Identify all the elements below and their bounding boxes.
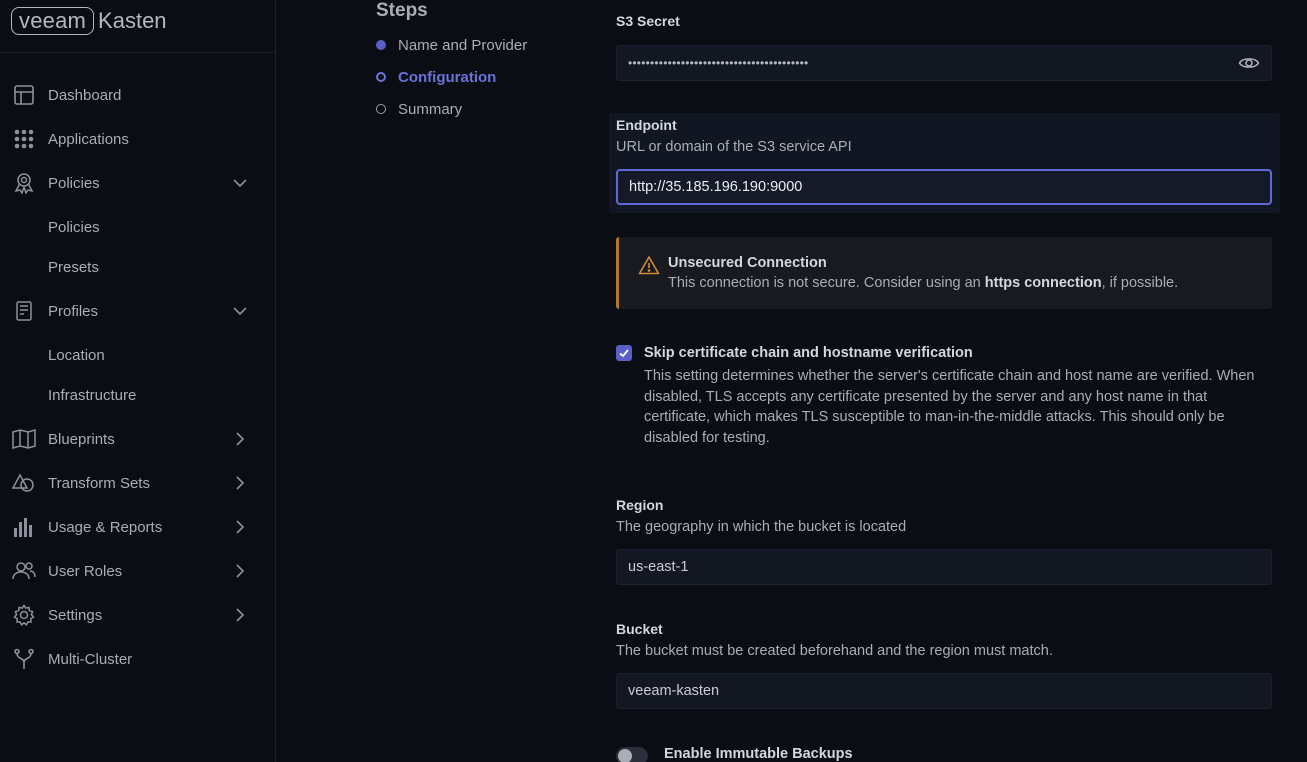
region-help: The geography in which the bucket is loc…: [616, 519, 907, 535]
sidebar-item-applications[interactable]: Applications: [0, 119, 276, 159]
warning-text: This connection is not secure. Consider …: [668, 275, 1178, 291]
gear-icon: [12, 604, 36, 626]
step-summary[interactable]: Summary: [376, 99, 462, 119]
skip-verification-checkbox[interactable]: [616, 345, 632, 361]
award-icon: [12, 172, 36, 194]
step-name-and-provider[interactable]: Name and Provider: [376, 35, 527, 55]
sidebar-item-policies[interactable]: Policies: [0, 163, 276, 203]
sidebar-item-label: Presets: [48, 258, 99, 276]
check-icon: [619, 349, 629, 358]
sidebar-subitem-policies[interactable]: Policies: [0, 210, 276, 244]
step-done-icon: [376, 40, 386, 50]
sidebar-item-label: Policies: [48, 218, 100, 236]
sidebar-item-usage-reports[interactable]: Usage & Reports: [0, 507, 276, 547]
steps-title: Steps: [376, 0, 428, 21]
s3-secret-value: ••••••••••••••••••••••••••••••••••••••••…: [628, 56, 809, 70]
step-label: Name and Provider: [398, 36, 528, 54]
skip-verification-label: Skip certificate chain and hostname veri…: [644, 345, 973, 361]
sidebar-item-blueprints[interactable]: Blueprints: [0, 419, 276, 459]
s3-secret-field[interactable]: ••••••••••••••••••••••••••••••••••••••••…: [616, 45, 1272, 81]
dashboard-icon: [12, 84, 36, 106]
users-icon: [12, 560, 36, 582]
chevron-down-icon[interactable]: [232, 175, 248, 191]
sidebar-subitem-infrastructure[interactable]: Infrastructure: [0, 378, 276, 412]
sidebar-item-transform-sets[interactable]: Transform Sets: [0, 463, 276, 503]
step-label: Summary: [398, 100, 463, 118]
sidebar-subitem-presets[interactable]: Presets: [0, 250, 276, 284]
bucket-help: The bucket must be created beforehand an…: [616, 643, 1053, 659]
sidebar-item-label: Policies: [48, 174, 100, 192]
sidebar-item-label: Dashboard: [48, 86, 122, 104]
sidebar-item-label: Transform Sets: [48, 474, 150, 492]
bucket-label: Bucket: [616, 621, 663, 637]
s3-secret-label: S3 Secret: [616, 13, 680, 29]
bucket-value: veeam-kasten: [628, 683, 720, 699]
step-configuration[interactable]: Configuration: [376, 67, 496, 87]
endpoint-value: http://35.185.196.190:9000: [629, 179, 803, 195]
fork-icon: [12, 648, 36, 670]
chevron-right-icon[interactable]: [232, 563, 248, 579]
warning-title: Unsecured Connection: [668, 255, 827, 271]
warning-icon: [638, 255, 660, 275]
warning-text-after: , if possible.: [1101, 275, 1179, 291]
sidebar-item-label: Profiles: [48, 302, 99, 320]
step-active-icon: [376, 72, 386, 82]
logo[interactable]: veeam Kasten: [11, 6, 167, 36]
chevron-right-icon[interactable]: [232, 475, 248, 491]
map-icon: [12, 428, 36, 450]
region-value: us-east-1: [628, 559, 689, 575]
bucket-input[interactable]: veeam-kasten: [616, 673, 1272, 709]
warning-text-before: This connection is not secure. Consider …: [668, 275, 985, 291]
sidebar: veeam Kasten Dashboard Applications Poli…: [0, 0, 276, 762]
document-icon: [12, 300, 36, 322]
chevron-right-icon[interactable]: [232, 519, 248, 535]
step-label: Configuration: [398, 68, 497, 86]
immutable-backups-label: Enable Immutable Backups: [664, 746, 853, 762]
sidebar-item-label: Infrastructure: [48, 386, 137, 404]
endpoint-input[interactable]: http://35.185.196.190:9000: [616, 169, 1272, 205]
unsecured-connection-warning: Unsecured Connection This connection is …: [616, 237, 1272, 309]
sidebar-item-dashboard[interactable]: Dashboard: [0, 75, 276, 115]
immutable-backups-toggle[interactable]: [616, 747, 648, 762]
sidebar-item-multi-cluster[interactable]: Multi-Cluster: [0, 639, 276, 679]
region-label: Region: [616, 497, 664, 513]
sidebar-item-user-roles[interactable]: User Roles: [0, 551, 276, 591]
region-input[interactable]: us-east-1: [616, 549, 1272, 585]
sidebar-item-label: User Roles: [48, 562, 123, 580]
endpoint-label: Endpoint: [616, 117, 677, 133]
skip-verification-description: This setting determines whether the serv…: [644, 368, 1255, 446]
sidebar-divider: [0, 52, 276, 53]
logo-kasten: Kasten: [98, 8, 167, 33]
sidebar-item-label: Settings: [48, 606, 103, 624]
grid-icon: [12, 128, 36, 150]
bar-chart-icon: [12, 516, 36, 538]
app-root: veeam Kasten Dashboard Applications Poli…: [0, 0, 1307, 762]
sidebar-item-label: Applications: [48, 130, 129, 148]
logo-veeam: veeam: [11, 7, 95, 35]
chevron-right-icon[interactable]: [232, 607, 248, 623]
toggle-knob: [618, 749, 632, 762]
sidebar-item-label: Usage & Reports: [48, 518, 163, 536]
sidebar-item-label: Multi-Cluster: [48, 650, 133, 668]
sidebar-subitem-location[interactable]: Location: [0, 338, 276, 372]
sidebar-item-settings[interactable]: Settings: [0, 595, 276, 635]
chevron-right-icon[interactable]: [232, 431, 248, 447]
warning-text-bold: https connection: [984, 275, 1102, 291]
chevron-down-icon[interactable]: [232, 303, 248, 319]
step-pending-icon: [376, 104, 386, 114]
sidebar-item-profiles[interactable]: Profiles: [0, 291, 276, 331]
sidebar-item-label: Location: [48, 346, 105, 364]
endpoint-help: URL or domain of the S3 service API: [616, 139, 852, 155]
shapes-icon: [12, 472, 36, 494]
eye-icon[interactable]: [1238, 55, 1260, 71]
sidebar-item-label: Blueprints: [48, 430, 115, 448]
